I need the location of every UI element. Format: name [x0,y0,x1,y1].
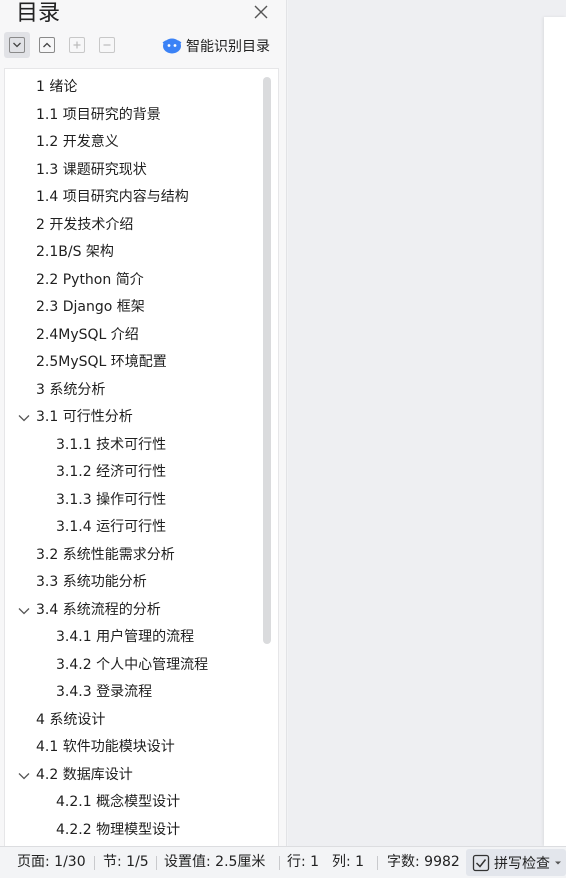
minus-icon [103,44,111,46]
toc-item-label: 1.4 项目研究内容与结构 [36,189,189,205]
toc-item[interactable]: 2.2 Python 简介 [5,267,260,294]
word-count[interactable]: 字数: 9982 [387,847,460,878]
remove-level-button[interactable] [94,32,120,58]
chevron-down-icon [13,42,21,48]
toc-list: 1 绪论 1.1 项目研究的背景 1.2 开发意义 1.3 课题研究现状 1.4 项目研… [4,68,279,846]
toc-item-label: 4.2.2 物理模型设计 [56,821,181,838]
toc-item[interactable]: 1.1 项目研究的背景 [5,102,260,129]
toc-item[interactable]: 3.1.3 操作可行性 [5,487,260,514]
toc-item-label: 3 系统分析 [36,381,106,398]
row-indicator: 行: 1 [287,854,320,870]
spell-check-button[interactable]: 拼写检查 [466,849,566,876]
toc-item-label: 2.5MySQL 环境配置 [36,354,167,370]
toc-item[interactable]: 1.3 课题研究现状 [5,157,260,184]
toc-item[interactable]: 3 系统分析 [5,377,260,404]
toc-item-label: 4.1 软件功能模块设计 [36,739,175,755]
document-page[interactable] [544,17,566,846]
page-indicator[interactable]: 页面: 1/30 [17,847,86,878]
toc-item[interactable]: 3.1.4 运行可行性 [5,514,260,541]
toc-item[interactable]: 3.1.1 技术可行性 [5,432,260,459]
toc-item[interactable]: 1 绪论 [5,74,260,101]
toc-item[interactable]: 3.4.3 登录流程 [5,679,260,706]
toc-item[interactable]: 4.2.1 概念模型设计 [5,789,260,816]
chevron-down-icon[interactable] [17,411,31,425]
toc-item-label: 2 开发技术介绍 [36,216,134,233]
toc-item[interactable]: 3.3 系统功能分析 [5,569,260,596]
toc-item[interactable]: 4.2.2 物理模型设计 [5,817,260,844]
toc-item[interactable]: 4 系统设计 [5,707,260,734]
add-level-button[interactable] [64,32,90,58]
toc-item-label: 2.4MySQL 介绍 [36,326,139,343]
toc-item[interactable]: 1.4 项目研究内容与结构 [5,184,260,211]
plus-icon [73,41,81,49]
toc-item[interactable]: 2.3 Django 框架 [5,294,260,321]
toc-item-label: 3.3 系统功能分析 [36,574,147,590]
toc-item[interactable]: 3.4.2 个人中心管理流程 [5,652,260,679]
caret-down-icon[interactable] [554,859,562,867]
toc-item-label: 3.1 可行性分析 [36,409,133,425]
toc-panel: 目录 智能识别目录 1 绪论 1.1 项目研究的背景 1.2 开发意义 1.3 … [0,0,287,846]
divider [377,856,378,870]
status-bar: 页面: 1/30 节: 1/5 设置值: 2.5厘米 行: 1 列: 1 字数:… [0,846,566,878]
toc-item[interactable]: 1.2 开发意义 [5,129,260,156]
close-icon [254,5,268,19]
toc-item-label: 2.2 Python 简介 [36,271,144,288]
toc-item-label: 3.1.4 运行可行性 [56,519,167,535]
toc-item[interactable]: 2.1B/S 架构 [5,239,260,266]
toc-item-label: 4.2 数据库设计 [36,766,133,783]
close-panel-button[interactable] [252,3,270,21]
toc-item[interactable]: 3.4 系统流程的分析 [5,597,260,624]
chevron-down-icon[interactable] [17,769,31,783]
toc-item-label: 1.3 课题研究现状 [36,161,147,178]
smart-recognize-toc-button[interactable]: 智能识别目录 [162,34,270,58]
toc-scrollbar[interactable] [263,77,271,644]
toc-item-label: 3.4.3 登录流程 [56,684,153,700]
toc-item-label: 1 绪论 [36,79,78,95]
toc-toolbar: 智能识别目录 [4,32,284,60]
toc-item-label: 3.4.1 用户管理的流程 [56,629,195,645]
spell-check-icon [472,854,490,871]
toc-item[interactable]: 4.1 软件功能模块设计 [5,734,260,761]
spell-check-label: 拼写检查 [494,855,550,872]
divider [156,856,157,870]
chevron-down-icon[interactable] [17,604,31,618]
column-indicator: 列: 1 [332,854,365,870]
collapse-all-button[interactable] [34,32,60,58]
divider [279,856,280,870]
toc-item[interactable]: 3.4.1 用户管理的流程 [5,624,260,651]
toc-item-label: 4 系统设计 [36,711,106,728]
toc-item[interactable]: 3.2 系统性能需求分析 [5,542,260,569]
toc-item[interactable]: 2 开发技术介绍 [5,212,260,239]
toc-item-label: 3.1.3 操作可行性 [56,491,167,508]
toc-item[interactable]: 4.2 数据库设计 [5,762,260,789]
toc-item[interactable]: 2.4MySQL 介绍 [5,322,260,349]
toc-item[interactable]: 3.1.2 经济可行性 [5,459,260,486]
divider [94,856,95,870]
toc-item-label: 2.3 Django 框架 [36,299,145,315]
toc-item[interactable]: 2.5MySQL 环境配置 [5,349,260,376]
toc-item-label: 3.1.2 经济可行性 [56,464,167,480]
toc-item-label: 3.2 系统性能需求分析 [36,546,175,563]
document-area[interactable] [288,0,566,846]
toc-item-label: 3.1.1 技术可行性 [56,436,167,453]
toc-item[interactable]: 3.1 可行性分析 [5,404,260,431]
ai-assistant-icon [162,38,182,54]
toc-item-label: 1.2 开发意义 [36,134,119,150]
chevron-up-icon [43,42,51,48]
margin-setting-indicator[interactable]: 设置值: 2.5厘米 [164,847,265,878]
smart-recognize-label: 智能识别目录 [186,39,270,55]
toc-item-label: 3.4.2 个人中心管理流程 [56,656,209,673]
toc-item-label: 4.2.1 概念模型设计 [56,794,181,810]
toc-item-label: 1.1 项目研究的背景 [36,106,161,123]
expand-all-button[interactable] [4,32,30,58]
toc-item-label: 3.4 系统流程的分析 [36,601,161,618]
section-indicator[interactable]: 节: 1/5 [103,847,149,878]
toc-title: 目录 [16,1,61,26]
toc-item-label: 2.1B/S 架构 [36,244,114,260]
